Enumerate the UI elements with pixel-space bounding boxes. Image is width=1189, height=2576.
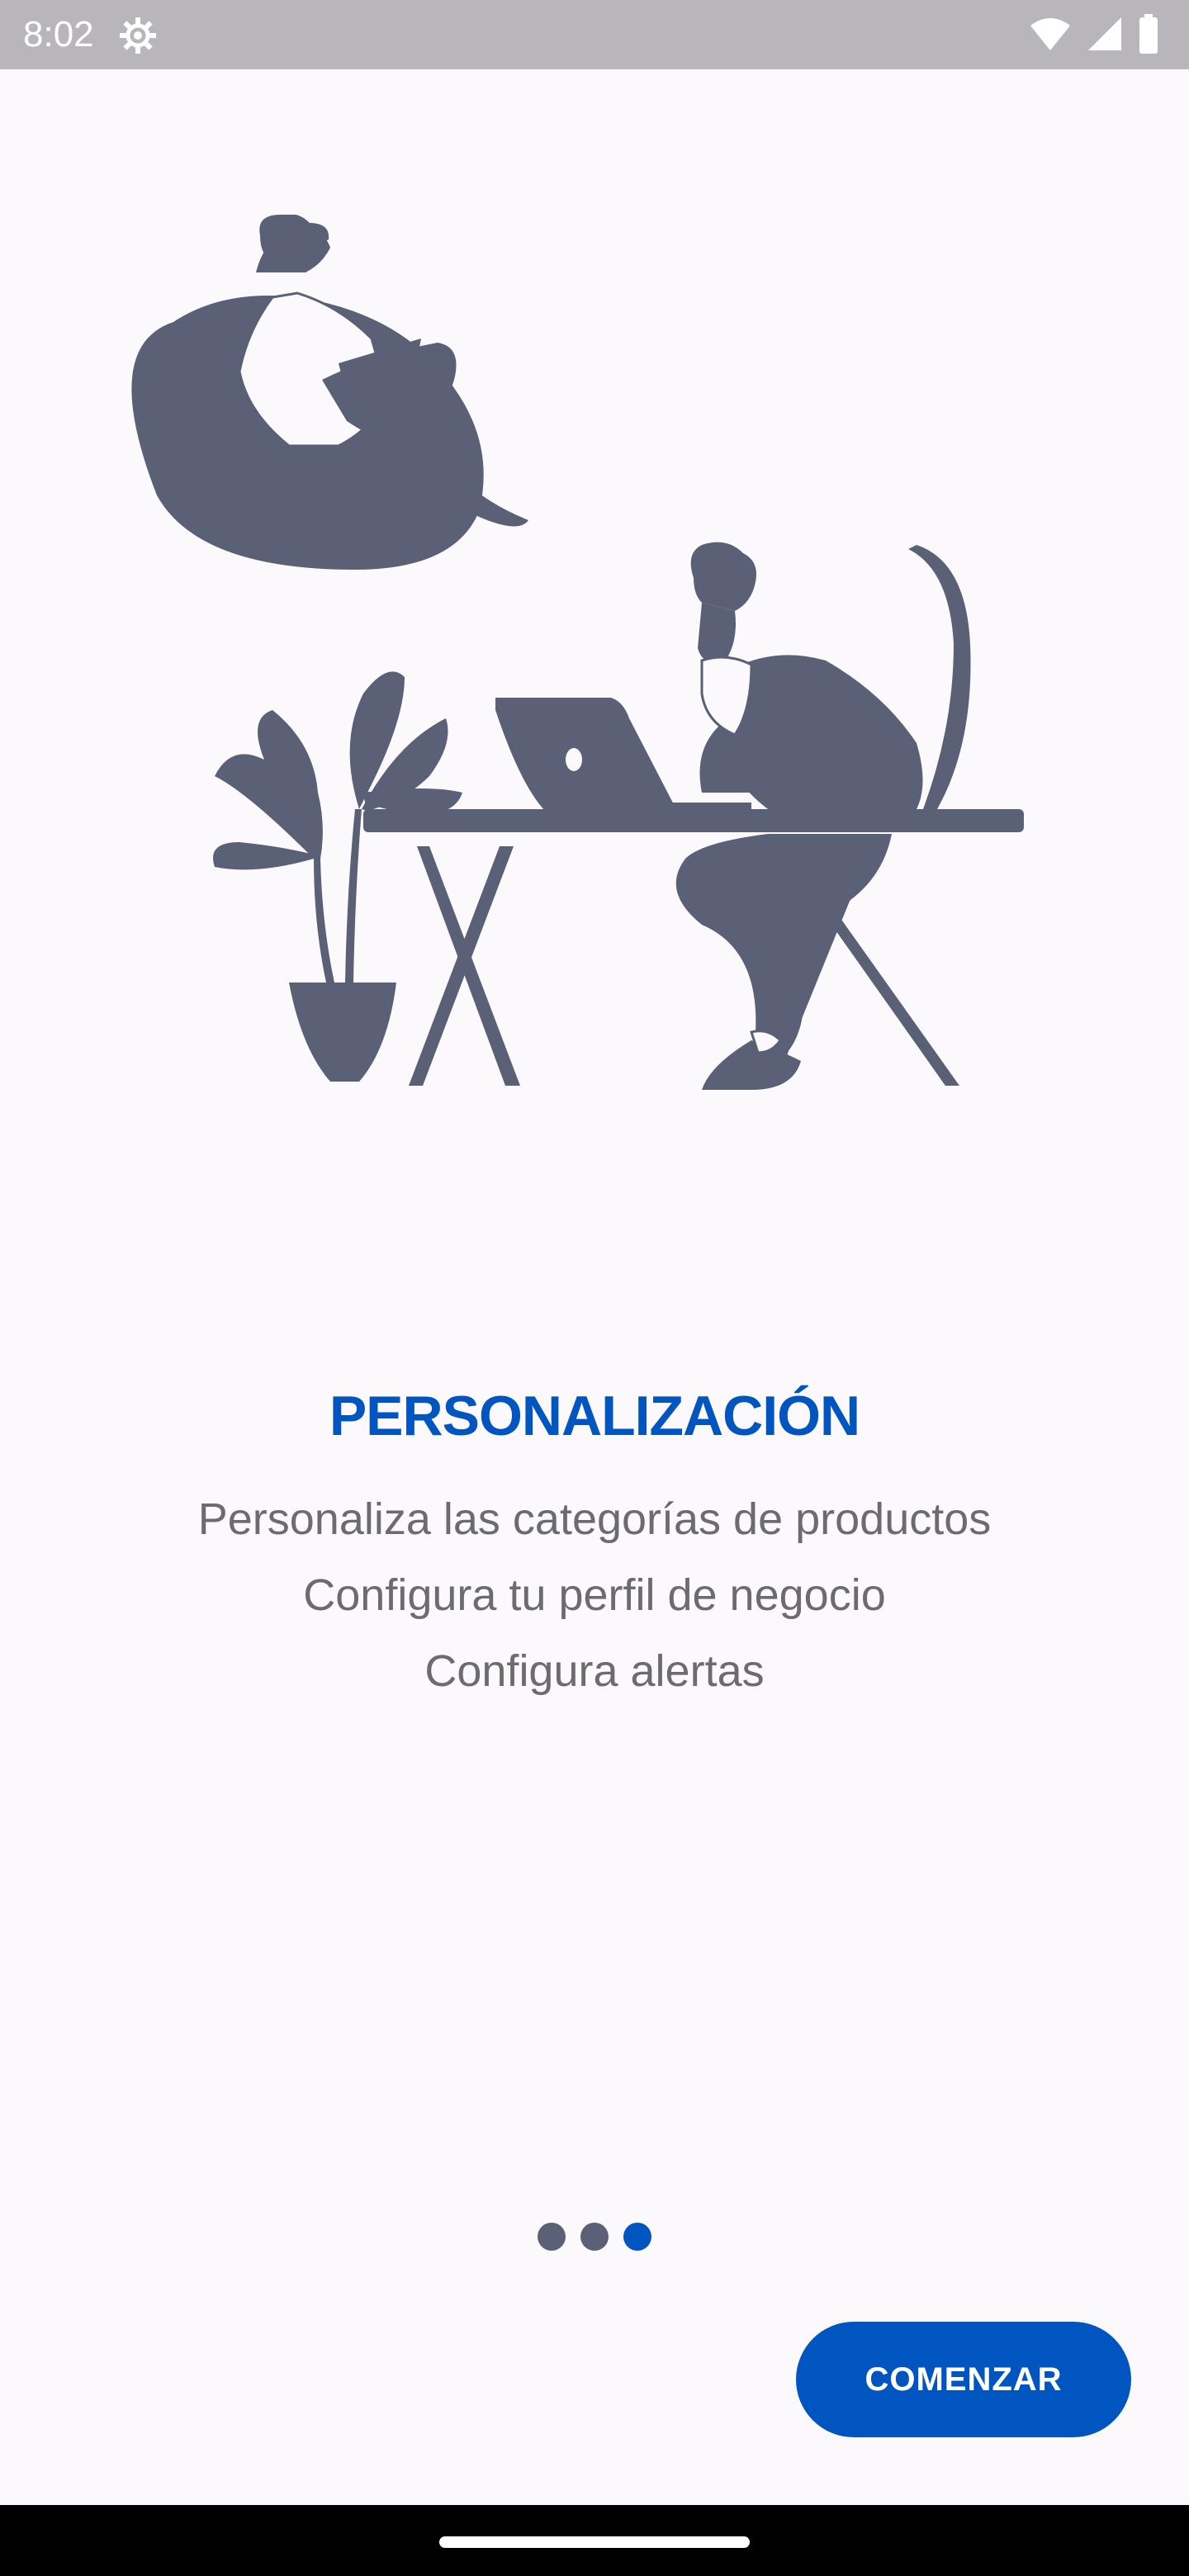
page-dot-2[interactable] [580,2223,609,2251]
wifi-icon [1029,16,1072,56]
battery-icon [1138,13,1159,58]
description-line: Configura alertas [424,1646,765,1696]
page-title: PERSONALIZACIÓN [329,1385,860,1447]
page-indicator [0,2223,1189,2251]
description-lines: Personaliza las categorías de productos … [0,1481,1189,1709]
navigation-bar [0,2505,1189,2576]
description-line: Personaliza las categorías de productos [197,1494,992,1544]
page-dot-1[interactable] [538,2223,566,2251]
status-bar: 8:02 [0,0,1189,69]
comenzar-button[interactable]: COMENZAR [796,2322,1131,2437]
page-dot-3-active[interactable] [623,2223,651,2251]
signal-icon [1087,16,1123,56]
home-gesture-handle[interactable] [439,2536,750,2548]
person-working-illustration [124,213,1032,1106]
status-time: 8:02 [23,14,94,54]
onboarding-screen: 8:02 PERSONALIZACIÓN Personaliza las cat… [0,0,1189,2576]
settings-gear-icon [117,15,159,56]
status-icons [1029,13,1159,58]
description-line: Configura tu perfil de negocio [303,1570,886,1620]
